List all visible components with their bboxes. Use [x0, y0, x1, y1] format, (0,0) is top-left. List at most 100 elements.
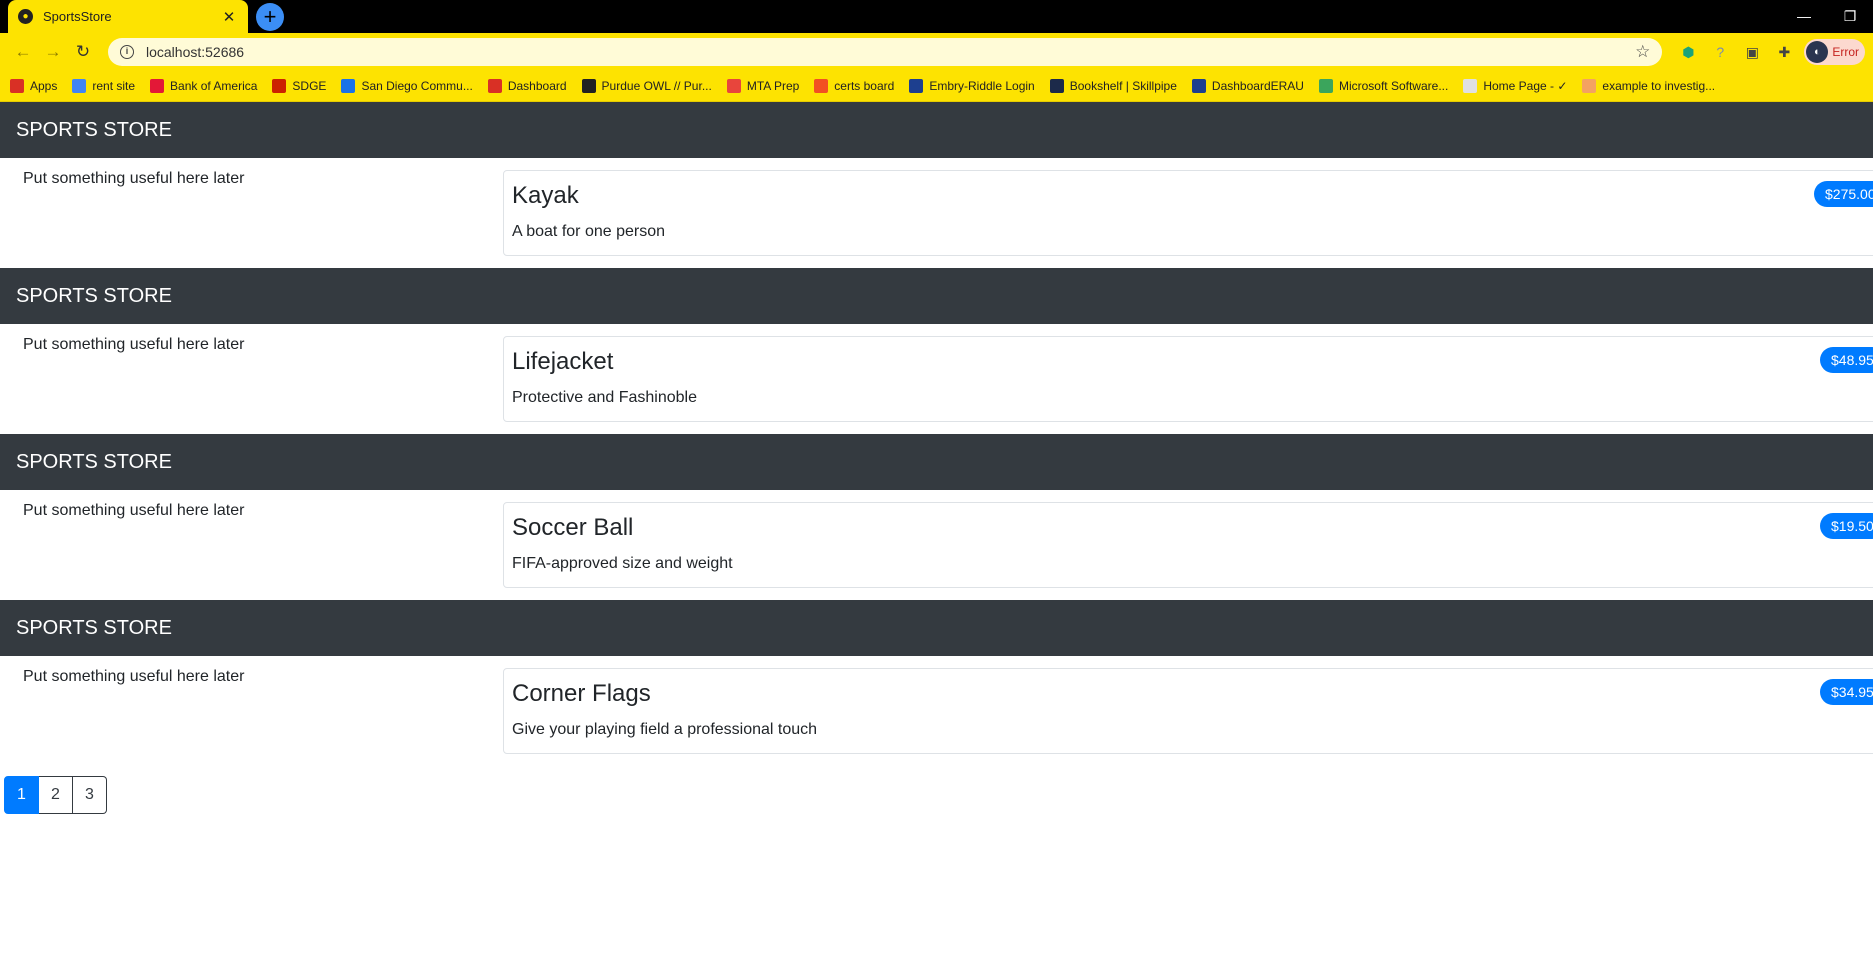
bookmark-item[interactable]: certs board	[814, 79, 894, 93]
product-card: Kayak A boat for one person $275.00	[503, 170, 1873, 256]
sidebar-placeholder: Put something useful here later	[23, 668, 245, 685]
bookmark-favicon-icon	[909, 79, 924, 93]
bookmark-label: Bookshelf | Skillpipe	[1069, 79, 1177, 93]
bookmark-favicon-icon	[1463, 79, 1478, 93]
product-row: Put something useful here later Corner Fl…	[0, 656, 1873, 766]
product-name: Lifejacket	[512, 348, 614, 375]
bookmark-item[interactable]: rent site	[72, 79, 135, 93]
product-name: Kayak	[512, 182, 579, 209]
bookmark-label: Home Page - ✓	[1483, 79, 1568, 93]
new-tab-button[interactable]: +	[256, 3, 284, 31]
navbar-brand: SPORTS STORE	[0, 600, 1873, 656]
bookmark-label: Purdue OWL // Pur...	[601, 79, 712, 93]
bookmark-favicon-icon	[72, 79, 87, 93]
product-row: Put something useful here later Soccer Ba…	[0, 490, 1873, 600]
bookmark-item[interactable]: San Diego Commu...	[341, 79, 473, 93]
sidebar-placeholder: Put something useful here later	[23, 502, 245, 519]
bookmark-label: Dashboard	[507, 79, 567, 93]
bookmark-item[interactable]: Embry-Riddle Login	[909, 79, 1035, 93]
product-row: Put something useful here later Lifejacke…	[0, 324, 1873, 434]
bookmark-favicon-icon	[272, 79, 287, 93]
bookmark-favicon-icon	[726, 79, 741, 93]
bookmark-label: Embry-Riddle Login	[929, 79, 1035, 93]
bookmark-label: rent site	[92, 79, 136, 93]
shield-extension-icon[interactable]: ⬢	[1675, 39, 1701, 65]
bookmark-favicon-icon	[1582, 79, 1597, 93]
info-icon[interactable]: i	[120, 45, 134, 59]
bookmark-favicon-icon	[1191, 79, 1206, 93]
bookmark-item[interactable]: Bank of America	[150, 79, 257, 93]
globe-icon: ●	[18, 9, 33, 24]
page-button-1[interactable]: 1	[4, 776, 39, 814]
bookmark-label: example to investig...	[1602, 79, 1716, 93]
product-name: Soccer Ball	[512, 514, 634, 541]
bookmark-item[interactable]: DashboardERAU	[1191, 79, 1304, 93]
bookmark-label: Apps	[30, 79, 58, 93]
product-card: Corner Flags Give your playing field a pr…	[503, 668, 1873, 754]
bookmark-label: Bank of America	[170, 79, 258, 93]
browser-toolbar: ← → ↻ i localhost:52686 ☆ ⬢ ? ▣ ✚ ◐ Erro…	[0, 33, 1873, 71]
lock-extension-icon[interactable]: ▣	[1739, 39, 1765, 65]
product-description: A boat for one person	[512, 223, 665, 240]
sidebar-placeholder: Put something useful here later	[23, 170, 245, 187]
product-description: FIFA-approved size and weight	[512, 555, 733, 572]
reload-icon[interactable]: ↻	[68, 37, 98, 67]
forward-arrow-icon[interactable]: →	[38, 37, 68, 67]
tab-title: SportsStore	[43, 9, 112, 24]
bookmark-item[interactable]: SDGE	[272, 79, 326, 93]
page-button-2[interactable]: 2	[38, 776, 73, 814]
page-button-3[interactable]: 3	[72, 776, 107, 814]
browser-titlebar: ● SportsStore ✕ + — ❐	[0, 0, 1873, 33]
minimize-icon[interactable]: —	[1781, 0, 1827, 33]
price-badge: $275.00	[1814, 181, 1873, 207]
bookmark-label: MTA Prep	[746, 79, 800, 93]
bookmark-favicon-icon	[1318, 79, 1333, 93]
address-bar[interactable]: i localhost:52686 ☆	[108, 38, 1663, 66]
puzzle-icon[interactable]: ✚	[1771, 39, 1797, 65]
bookmark-item[interactable]: Dashboard	[487, 79, 567, 93]
back-arrow-icon[interactable]: ←	[8, 37, 38, 67]
bookmark-label: SDGE	[292, 79, 327, 93]
product-card: Lifejacket Protective and Fashinoble $48.9…	[503, 336, 1873, 422]
browser-tab[interactable]: ● SportsStore ✕	[8, 0, 248, 33]
bookmark-label: DashboardERAU	[1211, 79, 1304, 93]
restore-icon[interactable]: ❐	[1827, 0, 1873, 33]
bookmark-label: Microsoft Software...	[1338, 79, 1449, 93]
bookmark-favicon-icon	[814, 79, 829, 93]
bookmark-item[interactable]: Bookshelf | Skillpipe	[1049, 79, 1177, 93]
navbar-brand: SPORTS STORE	[0, 434, 1873, 490]
bookmark-item[interactable]: example to investig...	[1582, 79, 1715, 93]
price-badge: $34.95	[1820, 679, 1873, 705]
bookmark-item[interactable]: Purdue OWL // Pur...	[581, 79, 712, 93]
product-description: Protective and Fashinoble	[512, 389, 697, 406]
bookmark-item[interactable]: Home Page - ✓	[1463, 79, 1567, 93]
pagination: 123	[4, 776, 107, 814]
bookmark-label: certs board	[834, 79, 895, 93]
bookmark-favicon-icon	[341, 79, 356, 93]
bookmark-label: San Diego Commu...	[361, 79, 473, 93]
help-extension-icon[interactable]: ?	[1707, 39, 1733, 65]
profile-status: Error	[1832, 45, 1859, 59]
navbar-brand: SPORTS STORE	[0, 102, 1873, 158]
bookmark-item[interactable]: Apps	[10, 79, 57, 93]
bookmarks-bar: Apps rent site Bank of America SDGE San Dieg…	[0, 71, 1873, 102]
page-content: SPORTS STORE Put something useful here la…	[0, 102, 1873, 814]
url-text: localhost:52686	[146, 44, 245, 60]
sidebar-placeholder: Put something useful here later	[23, 336, 245, 353]
price-badge: $48.95	[1820, 347, 1873, 373]
close-tab-icon[interactable]: ✕	[220, 8, 238, 26]
product-card: Soccer Ball FIFA-approved size and weight…	[503, 502, 1873, 588]
navbar-brand: SPORTS STORE	[0, 268, 1873, 324]
bookmark-favicon-icon	[150, 79, 165, 93]
product-description: Give your playing field a professional t…	[512, 721, 818, 738]
bookmark-item[interactable]: Microsoft Software...	[1318, 79, 1449, 93]
window-controls: — ❐	[1781, 0, 1873, 33]
bookmark-favicon-icon	[10, 79, 24, 93]
bookmark-item[interactable]: MTA Prep	[726, 79, 800, 93]
product-name: Corner Flags	[512, 680, 651, 707]
profile-button[interactable]: ◐ Error	[1804, 39, 1865, 65]
product-row: Put something useful here later Kayak A bo…	[0, 158, 1873, 268]
bookmark-favicon-icon	[487, 79, 502, 93]
bookmark-favicon-icon	[581, 79, 596, 93]
bookmark-star-icon[interactable]: ☆	[1635, 42, 1650, 62]
